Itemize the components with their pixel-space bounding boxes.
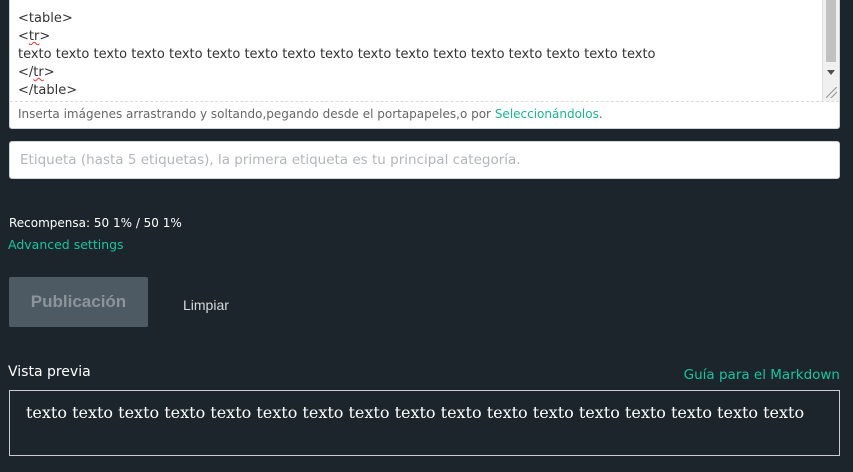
editor-line: </tr> [18,65,55,80]
reward-label: Recompensa: 50 1% / 50 1% [9,216,182,230]
editor-line: </table> [18,83,78,98]
preview-content: texto texto texto texto texto texto text… [9,390,840,456]
scrollbar-thumb[interactable] [826,0,836,62]
resize-handle-icon[interactable] [826,87,837,98]
advanced-settings-link[interactable]: Advanced settings [8,237,124,252]
editor-scrollbar[interactable] [822,0,839,101]
image-upload-hint: Inserta imágenes arrastrando y soltando,… [10,101,839,128]
select-images-link[interactable]: Seleccionándolos [495,107,599,121]
editor-line: <tr> [18,29,51,44]
markdown-guide-link[interactable]: Guía para el Markdown [684,367,840,383]
spellcheck-word: tr [28,29,40,44]
editor-textarea[interactable]: <table> <tr> texto texto texto texto tex… [10,0,825,101]
publish-button[interactable]: Publicación [9,277,148,327]
editor-line: texto texto texto texto texto texto text… [18,47,656,62]
clear-button[interactable]: Limpiar [183,297,229,313]
scroll-down-arrow-icon[interactable] [827,70,835,75]
spellcheck-word: tr [33,65,44,80]
post-body-editor[interactable]: <table> <tr> texto texto texto texto tex… [9,0,840,129]
tags-input[interactable] [9,141,840,179]
preview-heading: Vista previa [8,364,91,380]
editor-line: <table> [18,11,73,26]
